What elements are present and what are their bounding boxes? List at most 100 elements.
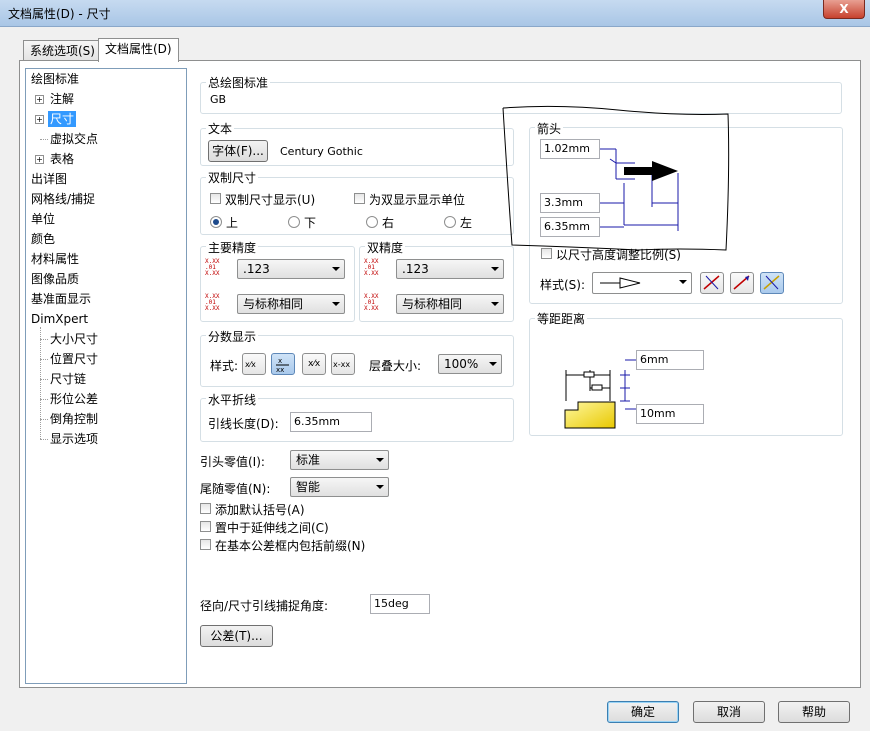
- ok-button[interactable]: 确定: [607, 701, 679, 723]
- tree-item-chain-dimension[interactable]: 尺寸链: [50, 371, 86, 387]
- arrow-style-icon[interactable]: [760, 272, 784, 294]
- svg-text:x: x: [278, 357, 282, 365]
- leading-zeros-value: 标准: [296, 453, 321, 467]
- center-between-extension-checkbox[interactable]: [200, 521, 211, 532]
- svg-text:x-xx: x-xx: [333, 360, 350, 369]
- close-button[interactable]: X: [823, 0, 865, 19]
- svg-text:x⁄x: x⁄x: [308, 359, 321, 369]
- text-label: 文本: [206, 120, 235, 137]
- primary-precision-label: 主要精度: [206, 239, 259, 256]
- tree-item-units[interactable]: 单位: [31, 211, 55, 227]
- cancel-button[interactable]: 取消: [693, 701, 765, 723]
- dual-precision-label: 双精度: [365, 239, 406, 256]
- leader-length-input[interactable]: 6.35mm: [290, 412, 372, 432]
- tab-document-properties[interactable]: 文档属性(D): [98, 38, 179, 62]
- scale-with-height-label: 以尺寸高度调整比例(S): [556, 248, 681, 262]
- tree-item-location-dimension[interactable]: 位置尺寸: [50, 351, 98, 367]
- tree-item-chamfer-controls[interactable]: 倒角控制: [50, 411, 98, 427]
- tree-item-material-properties[interactable]: 材料属性: [31, 251, 79, 267]
- show-units-label: 为双显示显示单位: [369, 193, 466, 207]
- help-button[interactable]: 帮助: [778, 701, 850, 723]
- tree-item-plane-display[interactable]: 基准面显示: [31, 291, 91, 307]
- tree-item-geometric-tolerance[interactable]: 形位公差: [50, 391, 98, 407]
- stack-size-label: 层叠大小:: [369, 359, 422, 373]
- offset-label: 等距距离: [535, 310, 588, 327]
- dual-dimensions-label: 双制尺寸: [206, 169, 259, 186]
- stack-size-select[interactable]: 100%: [438, 354, 502, 374]
- expand-icon[interactable]: +: [35, 155, 44, 164]
- svg-text:x⁄x: x⁄x: [245, 360, 256, 369]
- arrow-style-icon[interactable]: [730, 272, 754, 294]
- fraction-style-icon[interactable]: x xx: [271, 353, 295, 375]
- radio-left-label: 左: [460, 216, 473, 230]
- expand-icon[interactable]: +: [35, 115, 44, 124]
- precision-icon: X.XX .01 X.XX: [364, 258, 379, 277]
- show-units-checkbox[interactable]: [354, 193, 365, 204]
- hand-drawn-outline: [502, 105, 730, 251]
- tree-item-annotations[interactable]: 注解: [50, 91, 74, 107]
- offset-bottom-input[interactable]: 10mm: [636, 404, 704, 424]
- offset-top-input[interactable]: 6mm: [636, 350, 704, 370]
- tree-item-detailing[interactable]: 出详图: [31, 171, 67, 187]
- radio-right[interactable]: [366, 216, 378, 228]
- snap-angle-input[interactable]: 15deg: [370, 594, 430, 614]
- dual-precision-select[interactable]: .123: [396, 259, 504, 279]
- fraction-style-icon[interactable]: x⁄x: [302, 353, 326, 375]
- include-prefix-label: 在基本公差框内包括前缀(N): [215, 539, 366, 553]
- leading-zeros-select[interactable]: 标准: [290, 450, 389, 470]
- primary-precision-select[interactable]: .123: [237, 259, 345, 279]
- tree-item-image-quality[interactable]: 图像品质: [31, 271, 79, 287]
- tree-item-size-dimension[interactable]: 大小尺寸: [50, 331, 98, 347]
- tree-item-colors[interactable]: 颜色: [31, 231, 55, 247]
- title-bar: 文档属性(D) - 尺寸 X: [0, 0, 870, 27]
- arrow-style-select[interactable]: [592, 272, 692, 294]
- tree-item-virtual-sharps[interactable]: 虚拟交点: [50, 131, 98, 147]
- radio-left[interactable]: [444, 216, 456, 228]
- tree-item-dimxpert[interactable]: DimXpert: [31, 311, 88, 327]
- tree-item-display-options[interactable]: 显示选项: [50, 431, 98, 447]
- precision-icon: X.XX .01 X.XX: [205, 293, 220, 312]
- scale-with-height-checkbox[interactable]: [541, 248, 552, 259]
- font-button[interactable]: 字体(F)...: [208, 140, 268, 162]
- dual-precision-value: .123: [402, 262, 429, 276]
- tree-item-tables[interactable]: 表格: [50, 151, 74, 167]
- fraction-style-icon[interactable]: x-xx: [331, 353, 355, 375]
- expand-icon[interactable]: +: [35, 95, 44, 104]
- precision-icon: X.XX .01 X.XX: [364, 293, 379, 312]
- radio-right-label: 右: [382, 216, 395, 230]
- leader-length-label: 引线长度(D):: [208, 417, 279, 431]
- window-title: 文档属性(D) - 尺寸: [8, 7, 111, 21]
- primary-tolerance-select[interactable]: 与标称相同: [237, 294, 345, 314]
- radio-top-label: 上: [226, 216, 239, 230]
- stack-size-value: 100%: [444, 357, 479, 371]
- tab-system-options[interactable]: 系统选项(S): [23, 40, 102, 61]
- leading-zeros-label: 引头零值(I):: [200, 455, 265, 469]
- tree-item-dimensions[interactable]: 尺寸: [48, 111, 77, 127]
- arrow-style-icon: [600, 277, 641, 289]
- include-prefix-checkbox[interactable]: [200, 539, 211, 550]
- overall-standard-value: GB: [210, 93, 227, 106]
- trailing-zeros-select[interactable]: 智能: [290, 477, 389, 497]
- radio-bottom[interactable]: [288, 216, 300, 228]
- dual-display-label: 双制尺寸显示(U): [225, 193, 316, 207]
- tree-item-grid-snap[interactable]: 网格线/捕捉: [31, 191, 95, 207]
- fraction-style-icon[interactable]: x⁄x: [242, 353, 266, 375]
- radio-top[interactable]: [210, 216, 222, 228]
- radio-bottom-label: 下: [304, 216, 317, 230]
- dual-tolerance-select[interactable]: 与标称相同: [396, 294, 504, 314]
- center-between-extension-label: 置中于延伸线之间(C): [215, 521, 329, 535]
- font-name: Century Gothic: [280, 145, 363, 158]
- add-parentheses-checkbox[interactable]: [200, 503, 211, 514]
- arrow-style-icon[interactable]: [700, 272, 724, 294]
- tolerance-button[interactable]: 公差(T)...: [200, 625, 273, 647]
- dual-display-checkbox[interactable]: [210, 193, 221, 204]
- dual-tolerance-value: 与标称相同: [402, 297, 463, 311]
- add-parentheses-label: 添加默认括号(A): [215, 503, 305, 517]
- tree-item-drafting-standard[interactable]: 绘图标准: [31, 71, 79, 87]
- options-tree: 绘图标准 + 注解 + 尺寸 虚拟交点 + 表格 出详图 网格线/捕捉 单位 颜…: [25, 68, 187, 684]
- fraction-style-label: 样式:: [210, 359, 239, 373]
- trailing-zeros-value: 智能: [296, 480, 321, 494]
- bent-leader-label: 水平折线: [206, 391, 259, 408]
- primary-precision-value: .123: [243, 262, 270, 276]
- precision-icon: X.XX .01 X.XX: [205, 258, 220, 277]
